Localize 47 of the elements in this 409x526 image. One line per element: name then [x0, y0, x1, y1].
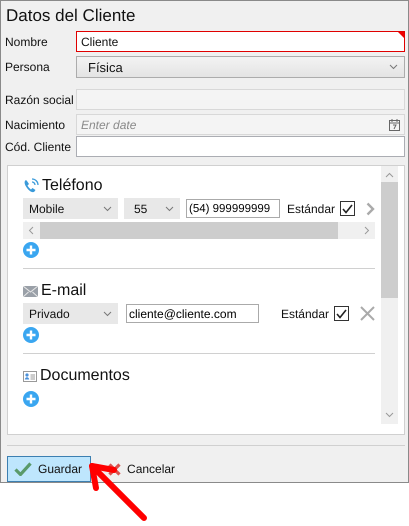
- chevron-right-icon[interactable]: [366, 202, 375, 216]
- field-label: Persona: [5, 60, 51, 74]
- text-field[interactable]: [76, 136, 405, 157]
- phone-icon: [23, 178, 39, 194]
- vertical-scrollbar[interactable]: [381, 166, 398, 424]
- error-corner-icon: [398, 32, 404, 38]
- type-dropdown[interactable]: Mobile: [23, 198, 118, 219]
- save-button[interactable]: Guardar: [7, 456, 92, 482]
- type-dropdown[interactable]: Privado: [23, 303, 118, 324]
- standard-label: Estándar: [286, 202, 335, 216]
- standard-label: Estándar: [280, 306, 329, 320]
- section-title: E-mail: [41, 282, 86, 300]
- field-label: Cód. Cliente: [5, 140, 72, 154]
- chevron-down-icon: [389, 64, 398, 70]
- cancel-button[interactable]: Cancelar: [101, 456, 184, 482]
- scroll-right-icon[interactable]: [364, 226, 370, 235]
- persona-dropdown[interactable]: Física: [76, 56, 405, 78]
- scroll-down-icon[interactable]: [385, 412, 394, 418]
- chevron-down-icon: [103, 206, 112, 212]
- field-label: Razón social: [5, 92, 75, 106]
- section-title: Documentos: [40, 367, 130, 385]
- id-card-icon: [23, 370, 37, 382]
- checkmark-icon: [14, 462, 32, 476]
- phone-field[interactable]: (54) 999999999: [186, 199, 280, 218]
- standard-checkbox[interactable]: [334, 306, 349, 321]
- chevron-down-icon: [165, 206, 174, 212]
- envelope-icon: [23, 286, 38, 296]
- cross-icon: [108, 462, 122, 476]
- add-icon[interactable]: [23, 327, 39, 343]
- scroll-left-icon[interactable]: [28, 226, 34, 235]
- window-title: Datos del Cliente: [5, 5, 136, 27]
- scroll-up-icon[interactable]: [385, 172, 394, 178]
- field-label: Nombre: [5, 34, 49, 48]
- text-field[interactable]: Cliente: [76, 31, 405, 52]
- email-field[interactable]: cliente@cliente.com: [126, 304, 259, 323]
- add-icon[interactable]: [23, 242, 39, 258]
- scrollbar-thumb[interactable]: [40, 222, 338, 239]
- calendar-icon[interactable]: [389, 118, 400, 130]
- section-title: Teléfono: [42, 177, 102, 195]
- area-code-dropdown[interactable]: 55: [124, 198, 180, 219]
- standard-checkbox[interactable]: [340, 201, 355, 216]
- chevron-down-icon: [103, 310, 112, 316]
- close-icon[interactable]: [360, 306, 375, 321]
- horizontal-scrollbar[interactable]: [23, 222, 375, 239]
- field-label: Nacimiento: [5, 118, 66, 132]
- add-icon[interactable]: [23, 391, 39, 407]
- scrollbar-thumb[interactable]: [381, 182, 398, 298]
